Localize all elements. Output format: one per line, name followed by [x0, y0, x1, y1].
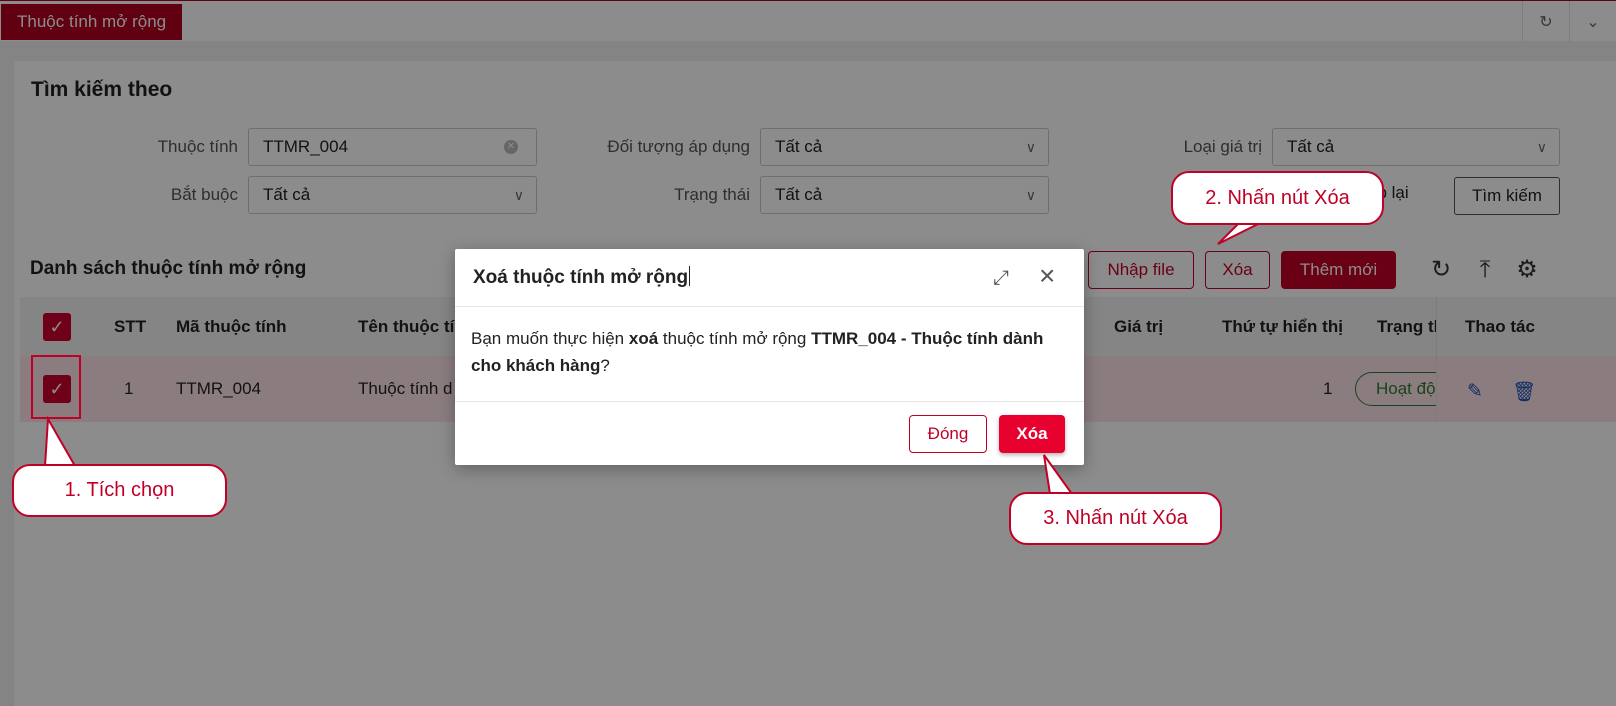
callout-step3: 3. Nhấn nút Xóa — [1009, 492, 1222, 545]
callout-pointers — [43, 221, 1263, 495]
callout-step2: 2. Nhấn nút Xóa — [1171, 171, 1384, 225]
callout-step1: 1. Tích chọn — [12, 464, 227, 517]
